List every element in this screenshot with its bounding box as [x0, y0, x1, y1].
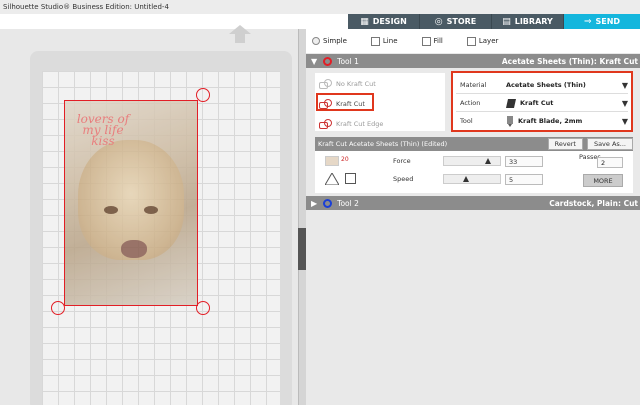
mode-fill[interactable]: Fill [421, 36, 443, 46]
cut-handle-bottom-left[interactable] [51, 301, 65, 315]
main-tabs: ▦ DESIGN ◎ STORE ▤ LIBRARY ⇒ SEND [348, 14, 640, 29]
kraft-cut-highlight [316, 93, 374, 111]
option-kraft-cut-edge[interactable]: Kraft Cut Edge [319, 119, 383, 129]
mode-bar: Simple Line Fill Layer [306, 29, 640, 53]
speed-slider-thumb[interactable] [462, 176, 469, 182]
store-icon: ◎ [434, 16, 443, 27]
speed-input[interactable]: 5 [505, 173, 543, 185]
force-slider-thumb[interactable] [484, 158, 491, 164]
force-input[interactable]: 33 [505, 155, 543, 167]
mode-simple[interactable]: Simple [312, 37, 347, 45]
mode-layer-label: Layer [478, 37, 499, 45]
tab-send[interactable]: ⇒ SEND [564, 14, 640, 29]
tool2-summary: Cardstock, Plain: Cut [549, 198, 638, 208]
no-kraft-cut-icon [319, 79, 333, 89]
settings-header: Kraft Cut Acetate Sheets (Thin) (Edited)… [315, 137, 633, 151]
mode-line[interactable]: Line [370, 36, 398, 46]
grid-icon: ▦ [360, 16, 369, 27]
tab-send-label: SEND [595, 17, 621, 26]
tab-design-label: DESIGN [372, 17, 407, 26]
tool1-summary: Acetate Sheets (Thin): Kraft Cut [501, 56, 638, 66]
option-kraft-cut-edge-label: Kraft Cut Edge [336, 120, 384, 128]
library-icon: ▤ [502, 16, 511, 27]
radio-icon [312, 37, 320, 45]
mode-fill-label: Fill [433, 37, 443, 45]
speed-slider[interactable] [443, 174, 501, 184]
settings-title: Kraft Cut Acetate Sheets (Thin) (Edited) [318, 140, 448, 148]
cut-handle-top-right[interactable] [196, 88, 210, 102]
tool2-header[interactable]: ▶ Tool 2 Cardstock, Plain: Cut [306, 196, 640, 210]
mode-layer[interactable]: Layer [466, 36, 499, 46]
material-swatch [325, 156, 339, 166]
line-style-icon[interactable] [325, 173, 339, 185]
mode-simple-label: Simple [323, 37, 347, 45]
tool1-header[interactable]: ▼ Tool 1 Acetate Sheets (Thin): Kraft Cu… [306, 54, 640, 68]
more-button[interactable]: MORE [583, 174, 623, 187]
window-title: Silhouette Studio® Business Edition: Unt… [0, 0, 640, 14]
option-no-kraft-cut-label: No Kraft Cut [336, 80, 376, 88]
feed-direction-arrow-icon [229, 25, 251, 43]
force-slider[interactable] [443, 156, 501, 166]
panel-divider [298, 29, 306, 405]
fill-mode-icon [421, 36, 431, 46]
speed-label: Speed [393, 175, 414, 183]
cut-handle-bottom-right[interactable] [196, 301, 210, 315]
scrollbar-handle[interactable] [298, 228, 306, 270]
revert-button[interactable]: Revert [547, 138, 583, 150]
line-mode-icon [370, 36, 380, 46]
tool2-color-icon [323, 198, 333, 208]
save-as-button[interactable]: Save As... [586, 138, 633, 150]
expand-arrow-icon: ▶ [311, 198, 318, 208]
cut-settings: 20 Force 33 Passes 2 Speed 5 MORE [315, 151, 633, 193]
tab-store-label: STORE [446, 17, 477, 26]
tab-library-label: LIBRARY [514, 17, 553, 26]
tab-design[interactable]: ▦ DESIGN [348, 14, 420, 29]
tool1-color-icon [323, 56, 333, 66]
tool1-label: Tool 1 [337, 56, 359, 66]
tab-library[interactable]: ▤ LIBRARY [492, 14, 564, 29]
passes-input[interactable]: 2 [597, 157, 623, 168]
tool2-label: Tool 2 [337, 198, 359, 208]
force-label: Force [393, 157, 411, 165]
cut-line-rectangle[interactable] [64, 100, 198, 306]
square-style-icon[interactable] [345, 173, 356, 184]
swatch-number: 20 [341, 156, 349, 163]
collapse-arrow-icon: ▼ [311, 56, 318, 66]
force-row: 20 Force 33 Passes 2 [315, 153, 633, 169]
kraft-cut-edge-icon [319, 119, 333, 129]
option-no-kraft-cut[interactable]: No Kraft Cut [319, 79, 376, 89]
send-icon: ⇒ [583, 16, 592, 27]
material-highlight [451, 71, 633, 132]
passes-label: Passes [579, 153, 601, 161]
layer-mode-icon [466, 36, 476, 46]
tab-store[interactable]: ◎ STORE [420, 14, 492, 29]
mode-line-label: Line [382, 37, 398, 45]
